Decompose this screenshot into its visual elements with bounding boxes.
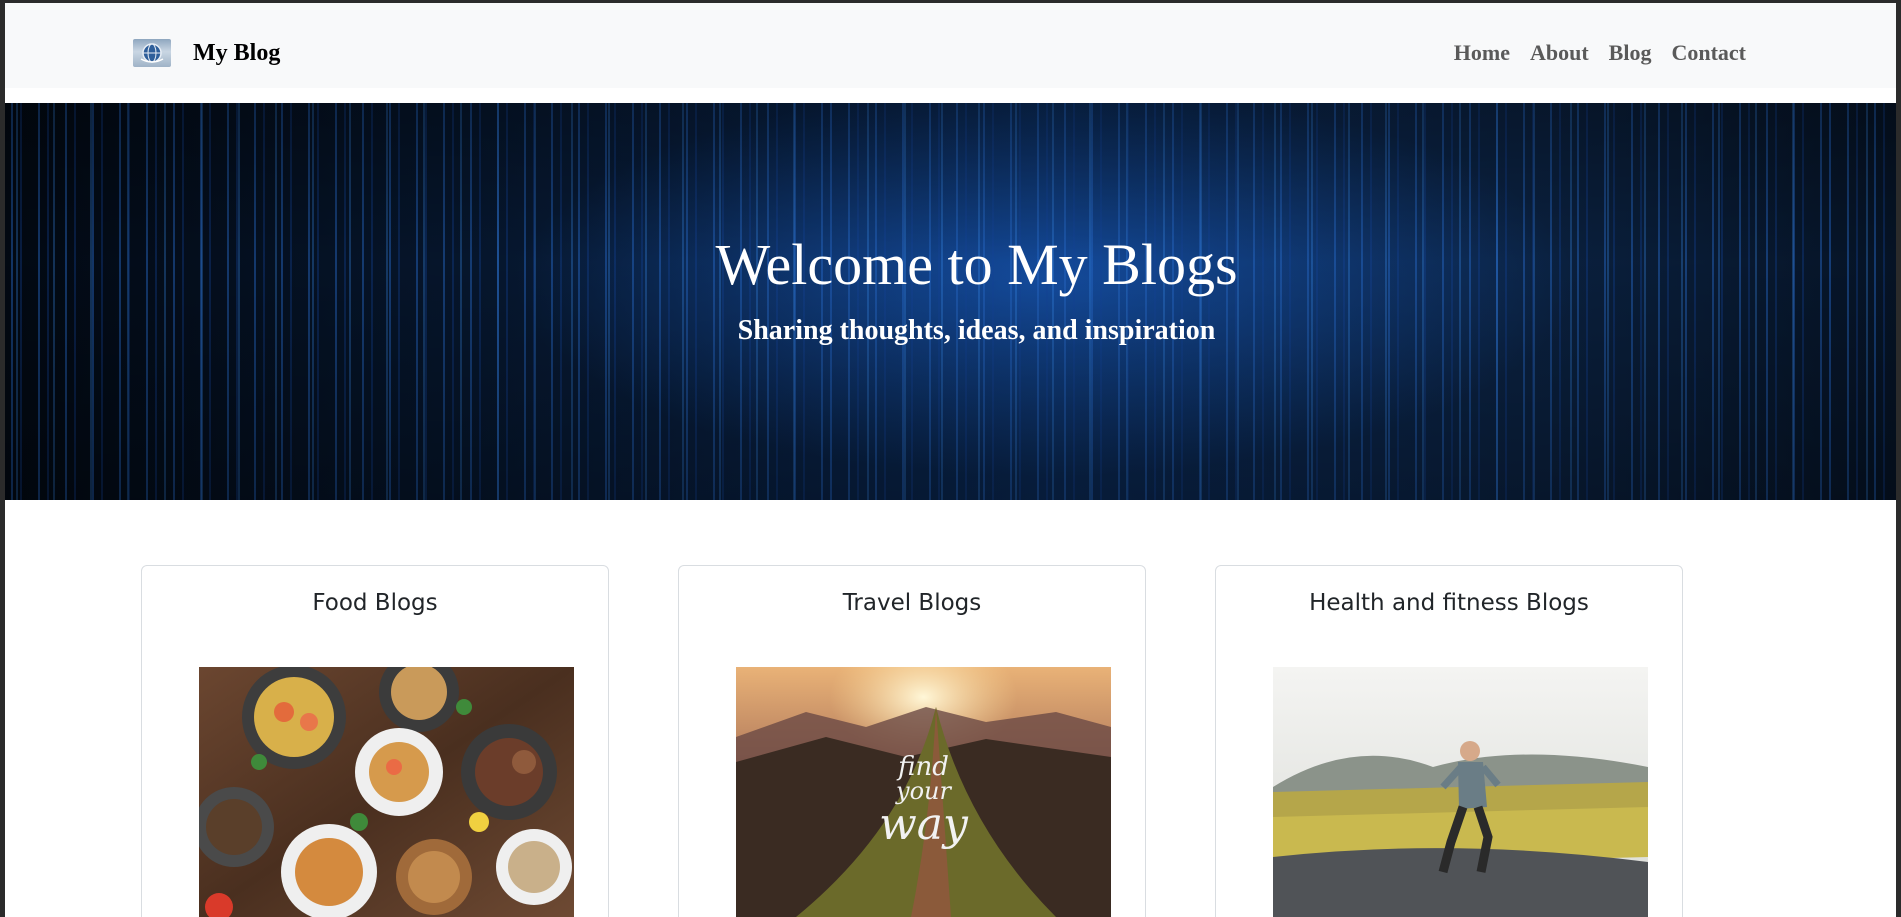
hero-background-image xyxy=(5,103,1896,500)
nav-link-about[interactable]: About xyxy=(1530,40,1589,66)
card-title: Travel Blogs xyxy=(842,590,982,616)
travel-image: find your way xyxy=(736,667,1111,917)
nav-link-home[interactable]: Home xyxy=(1454,40,1510,66)
food-image xyxy=(199,667,574,917)
card-title: Health and fitness Blogs xyxy=(1309,590,1589,616)
browser-viewport: My Blog Home About Blog Contact Welcome … xyxy=(5,3,1896,917)
globe-logo-icon xyxy=(133,39,171,67)
nav-links: Home About Blog Contact xyxy=(1454,40,1746,66)
hero-banner: Welcome to My Blogs Sharing thoughts, id… xyxy=(5,103,1896,500)
hero-title: Welcome to My Blogs xyxy=(715,232,1238,297)
brand-name: My Blog xyxy=(193,39,281,66)
navbar: My Blog Home About Blog Contact xyxy=(5,3,1896,88)
card-food-blogs[interactable]: Food Blogs xyxy=(141,565,609,917)
card-title: Food Blogs xyxy=(312,590,438,616)
nav-link-blog[interactable]: Blog xyxy=(1609,40,1652,66)
image-text-way: way xyxy=(879,799,968,850)
fitness-image xyxy=(1273,667,1648,917)
card-health-fitness-blogs[interactable]: Health and fitness Blogs xyxy=(1215,565,1683,917)
hero-subtitle: Sharing thoughts, ideas, and inspiration xyxy=(737,315,1216,346)
card-travel-blogs[interactable]: Travel Blogs find your way xyxy=(678,565,1146,917)
nav-link-contact[interactable]: Contact xyxy=(1671,40,1746,66)
brand[interactable]: My Blog xyxy=(133,39,280,67)
